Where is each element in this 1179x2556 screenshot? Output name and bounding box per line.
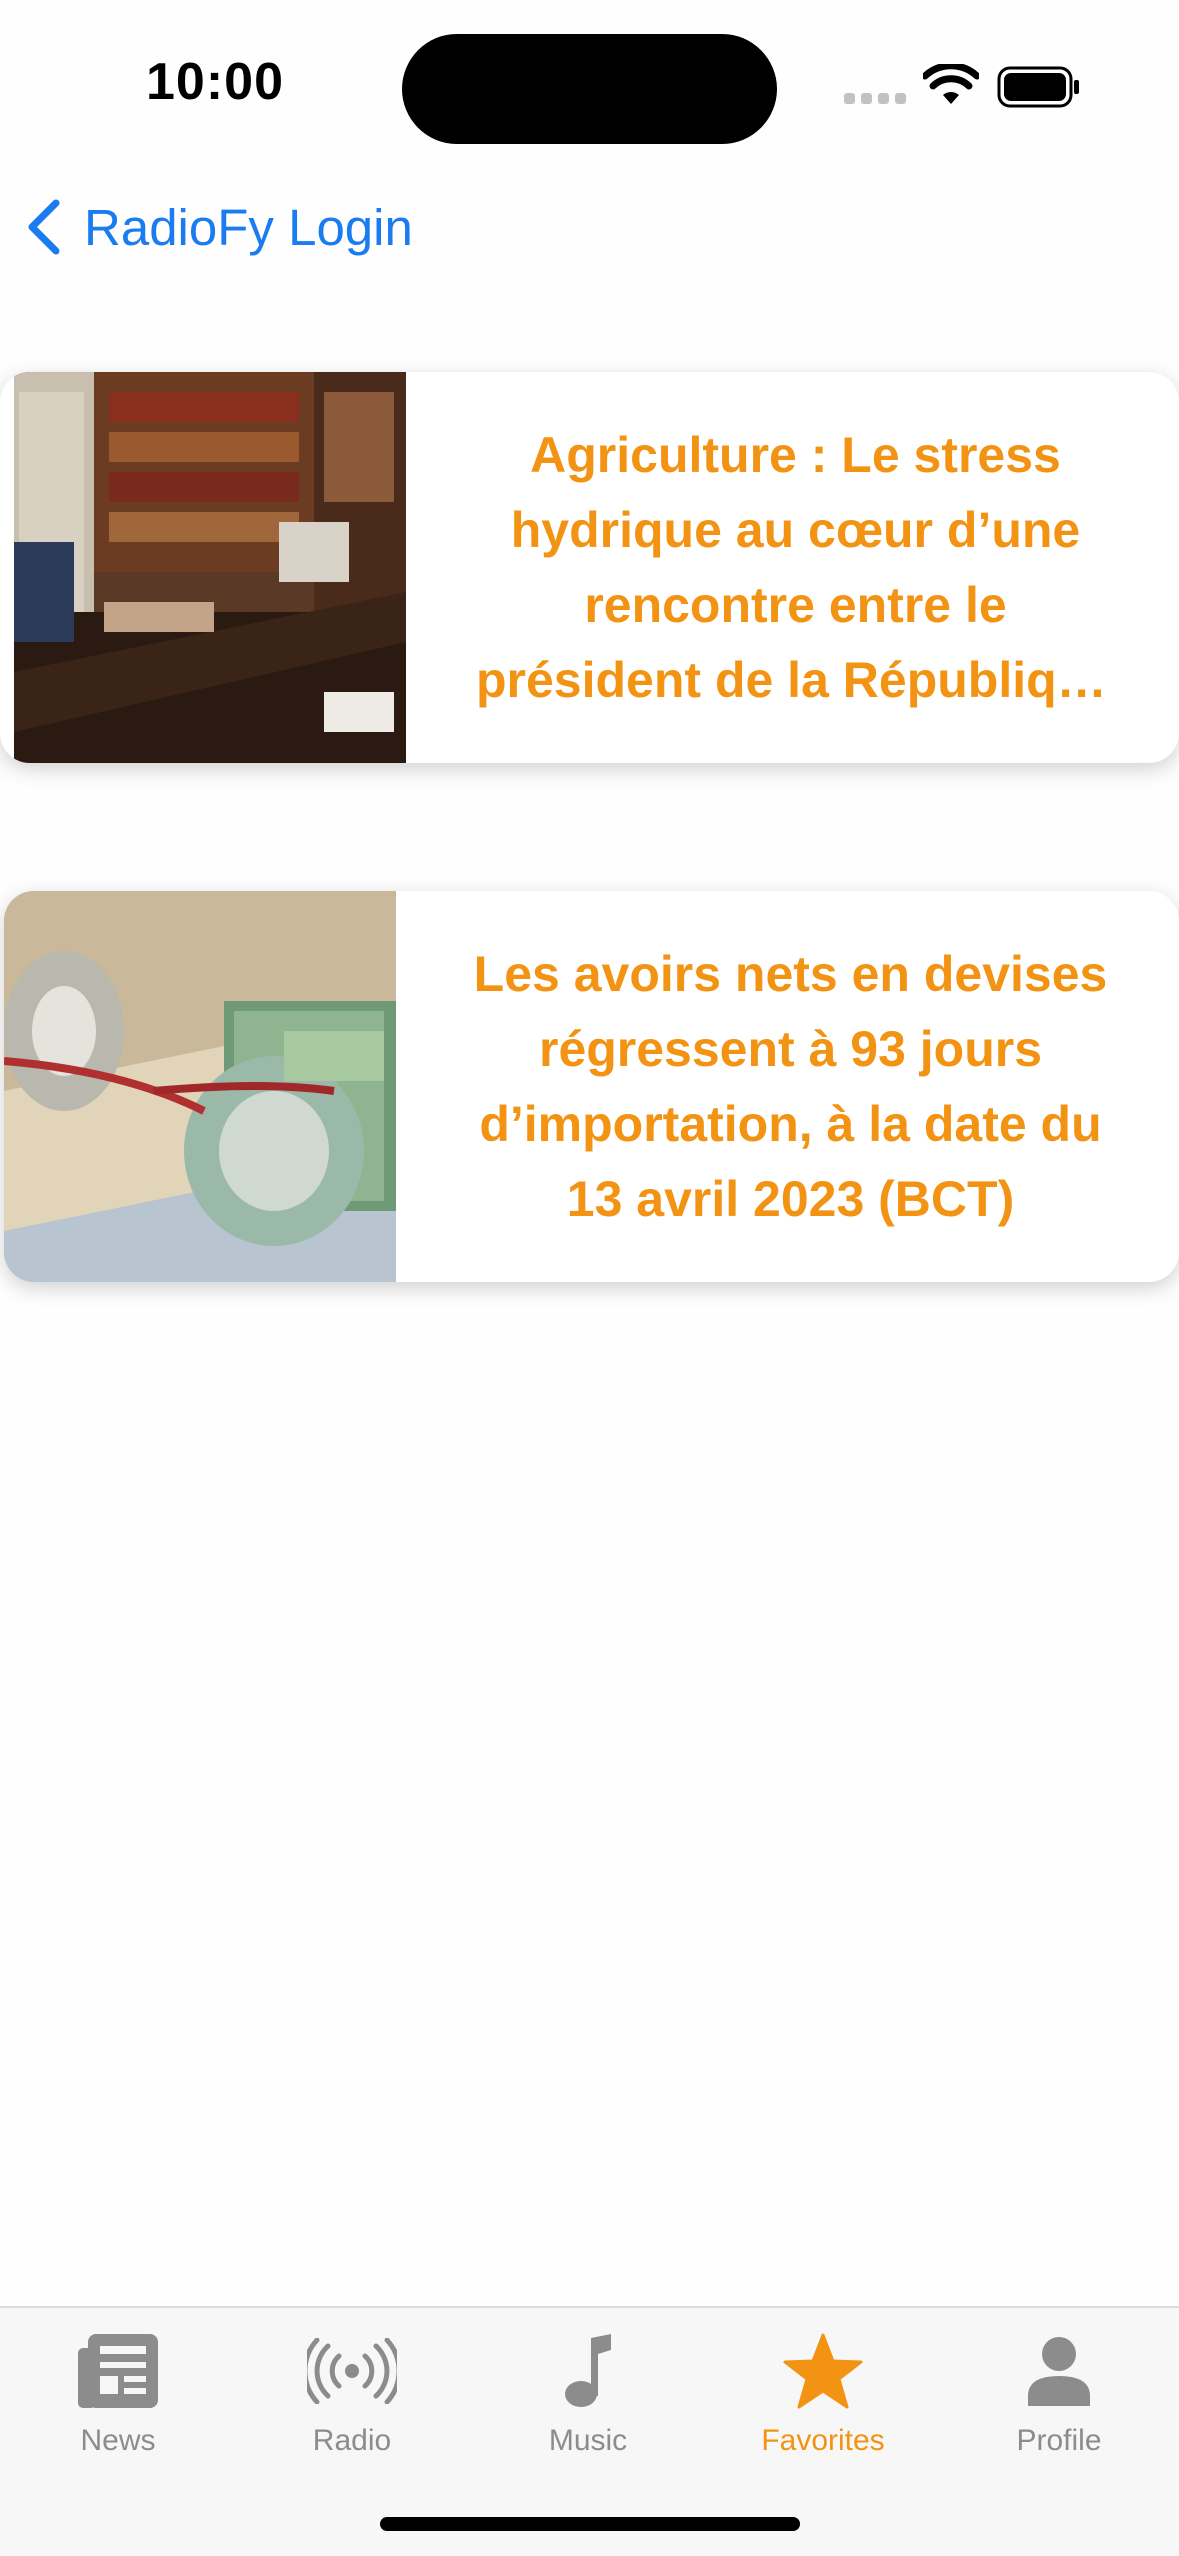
radio-waves-icon [307,2338,397,2404]
tab-music[interactable]: Music [470,2308,706,2478]
article-title: Les avoirs nets en devises régressent à … [473,945,1108,1227]
tab-favorites[interactable]: Favorites [705,2308,941,2478]
tab-label: News [80,2424,156,2457]
chevron-left-icon [28,199,60,255]
tab-label: Music [548,2424,628,2457]
article-thumbnail [14,372,406,763]
back-button[interactable]: RadioFy Login [24,192,413,262]
status-time: 10:00 [146,53,284,111]
battery-icon [997,66,1079,108]
article-title: Agriculture : Le stress hydrique au cœur… [476,426,1115,708]
article-card[interactable]: Agriculture : Le stress hydrique au cœur… [0,372,1179,763]
star-icon [783,2333,863,2409]
person-icon [1028,2337,1090,2406]
tab-radio[interactable]: Radio [234,2308,470,2478]
cellular-signal-icon [844,93,906,105]
newspaper-icon [78,2334,158,2408]
tab-label: Radio [312,2424,392,2457]
tab-news[interactable]: News [0,2308,236,2478]
wifi-icon [923,64,979,104]
dynamic-island [402,34,777,144]
back-label: RadioFy Login [84,198,413,256]
home-indicator [380,2517,800,2531]
tab-label: Favorites [761,2424,885,2457]
tab-profile[interactable]: Profile [941,2308,1177,2478]
article-thumbnail [4,891,396,1282]
tab-label: Profile [1016,2424,1102,2457]
article-card[interactable]: Les avoirs nets en devises régressent à … [4,891,1179,1282]
music-note-icon [565,2334,611,2407]
